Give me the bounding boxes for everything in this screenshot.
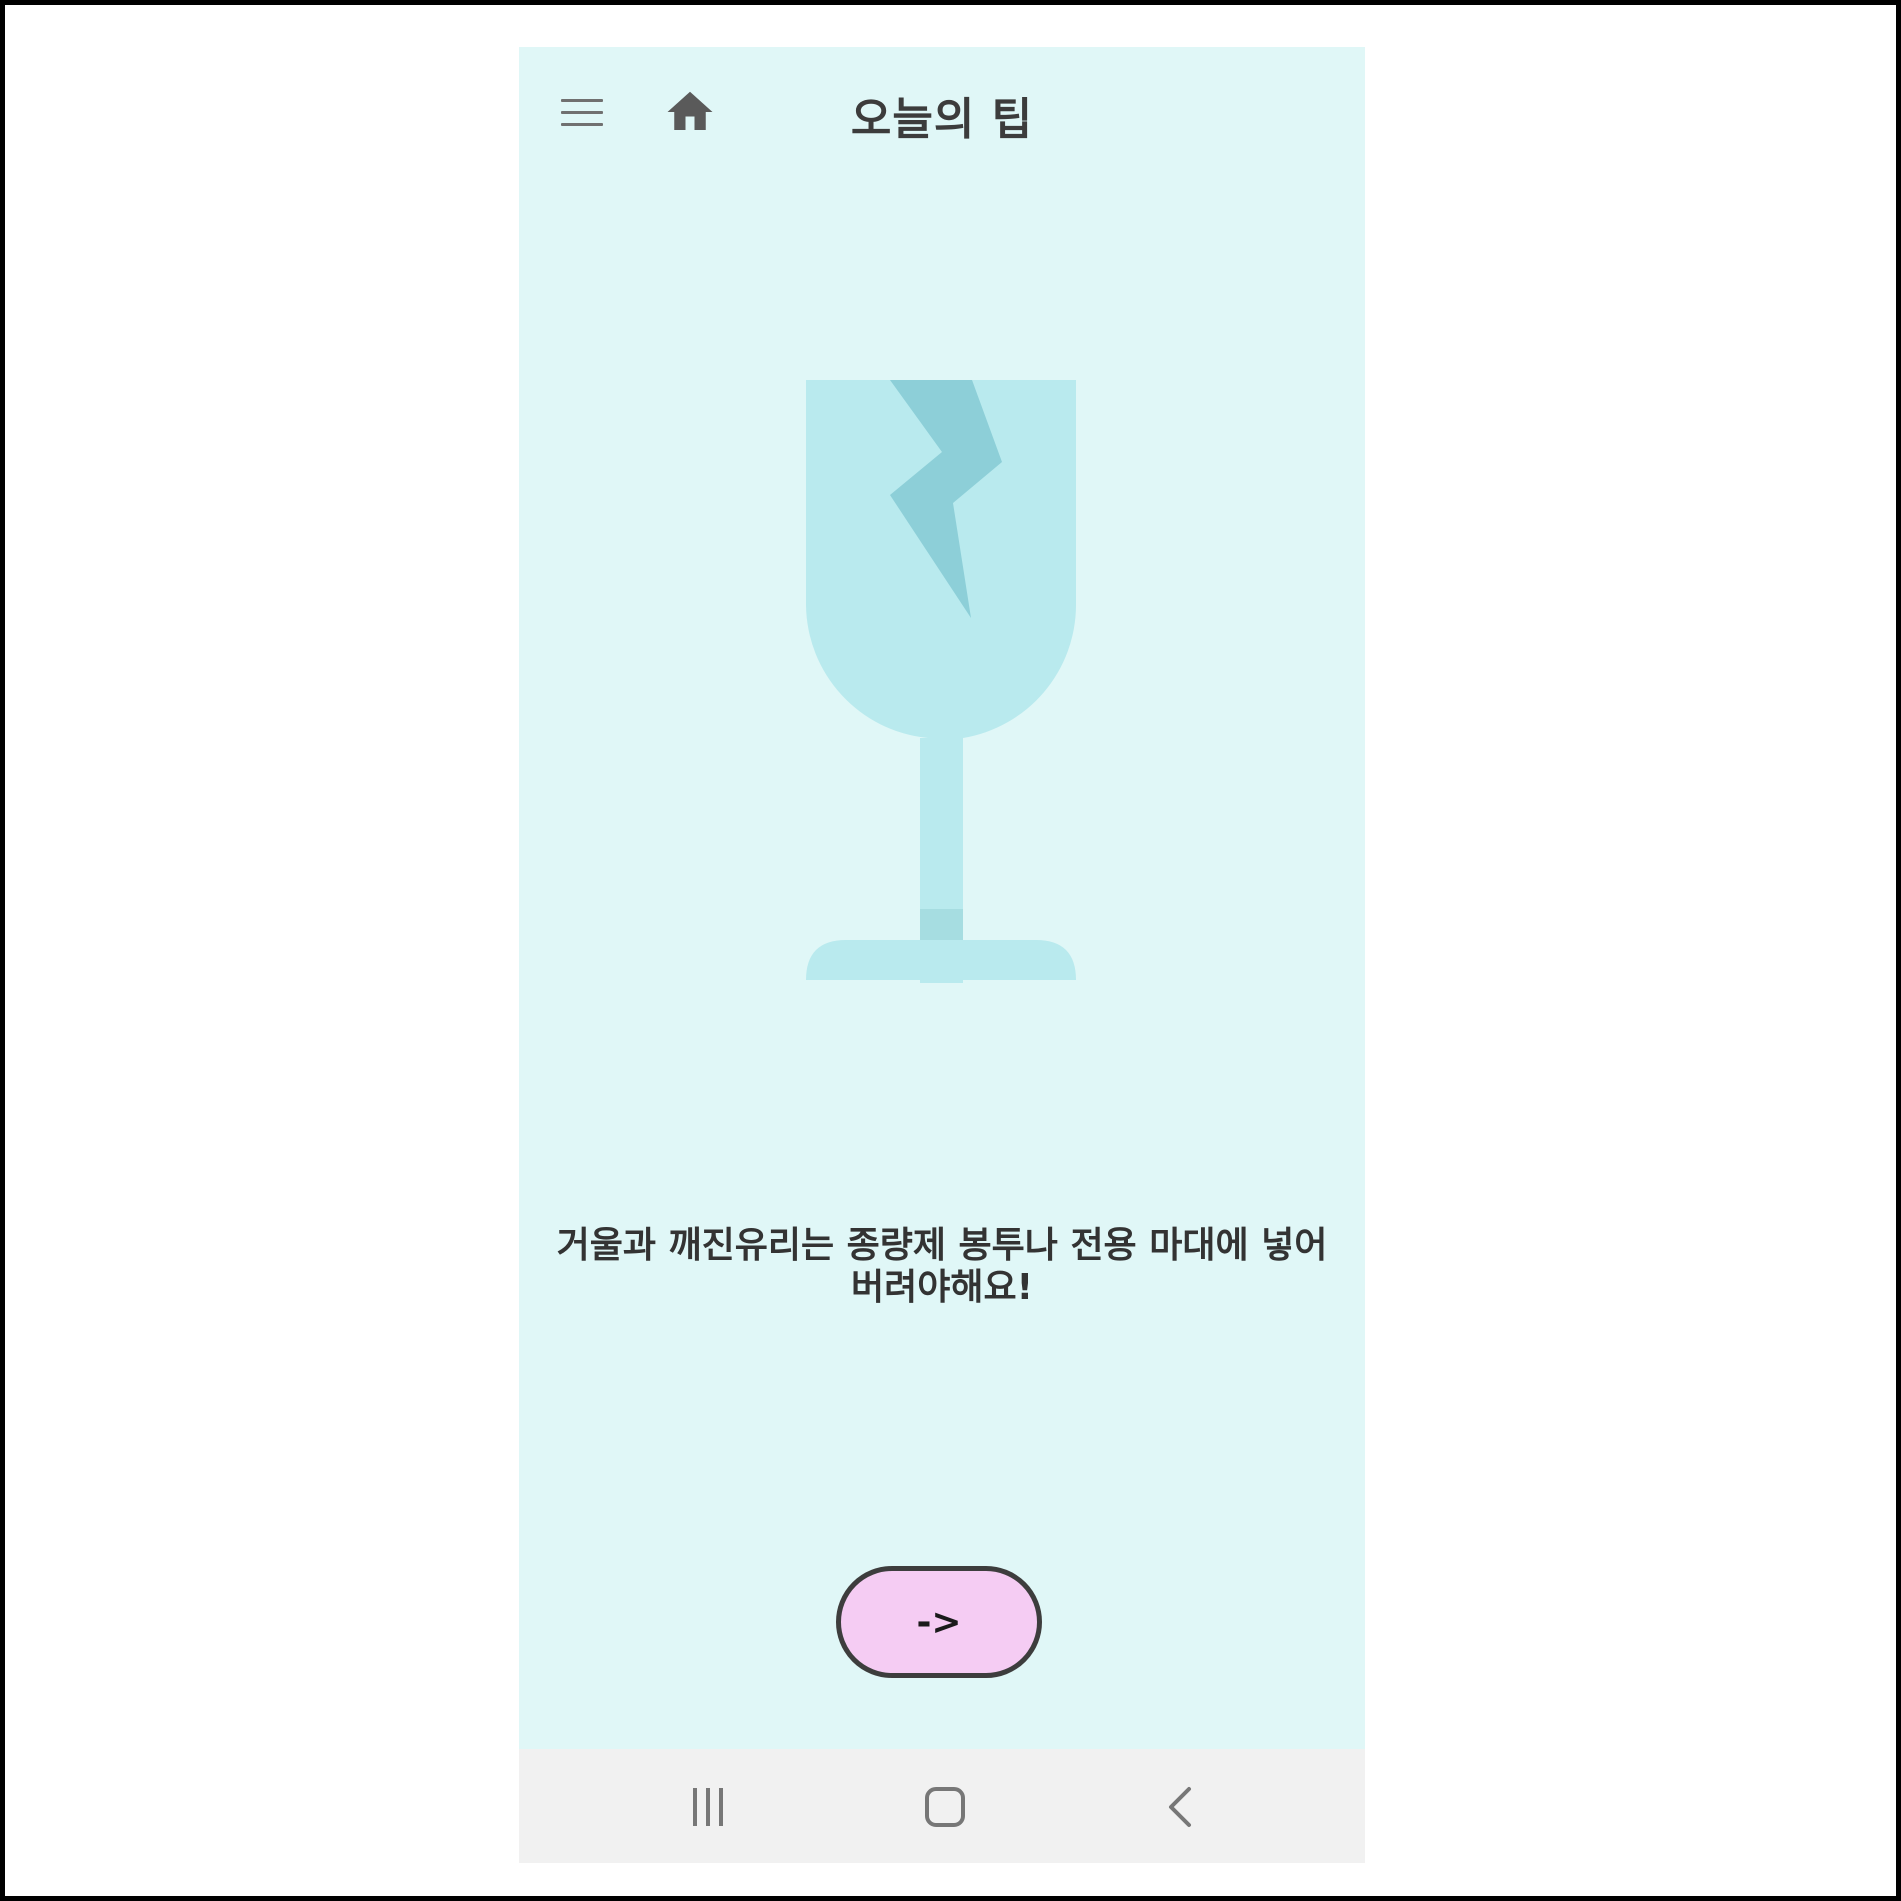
tip-text: 거울과 깨진유리는 종량제 봉투나 전용 마대에 넣어 버려야해요! bbox=[556, 1225, 1328, 1308]
next-button[interactable]: -> bbox=[836, 1566, 1042, 1678]
glass-stem-shadow bbox=[920, 909, 963, 941]
back-button[interactable] bbox=[1149, 1775, 1213, 1839]
system-home-button[interactable] bbox=[913, 1775, 977, 1839]
recents-button[interactable] bbox=[676, 1775, 740, 1839]
screenshot-frame: 오늘의 팁 거울과 깨진유리는 종량제 봉투나 전용 마대에 넣어 버려야해요!… bbox=[0, 0, 1901, 1901]
next-button-label: -> bbox=[916, 1601, 962, 1643]
system-home-icon bbox=[925, 1787, 965, 1827]
broken-glass-icon bbox=[806, 380, 1076, 983]
recents-icon bbox=[693, 1788, 723, 1826]
phone-screen: 오늘의 팁 거울과 깨진유리는 종량제 봉투나 전용 마대에 넣어 버려야해요!… bbox=[519, 47, 1365, 1863]
system-nav-bar bbox=[519, 1749, 1365, 1863]
back-icon bbox=[1169, 1787, 1191, 1827]
glass-base bbox=[806, 940, 1076, 980]
